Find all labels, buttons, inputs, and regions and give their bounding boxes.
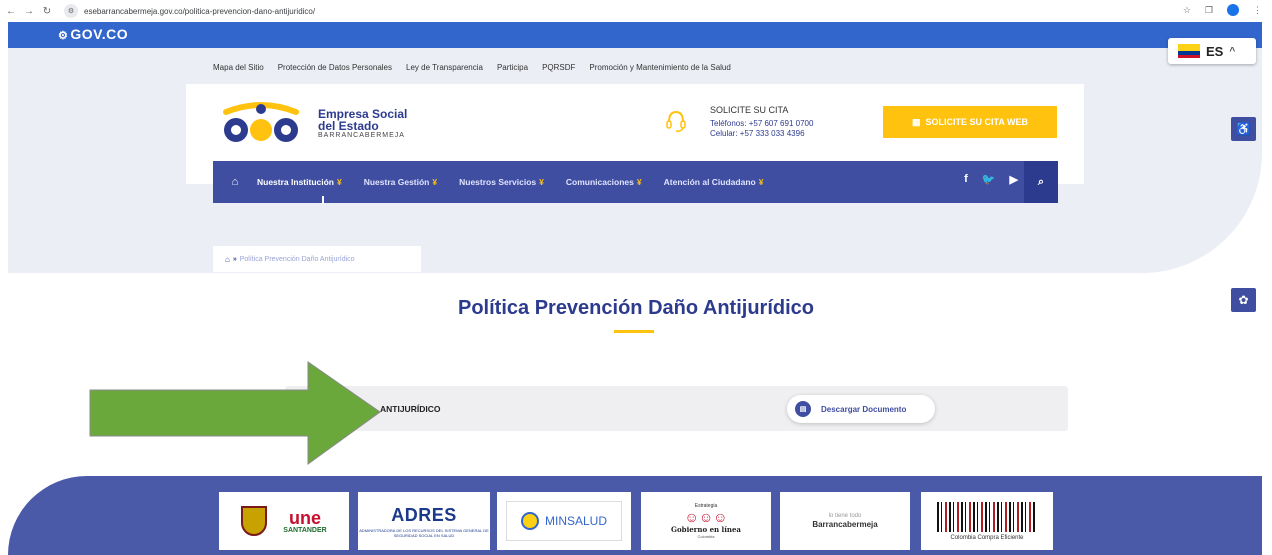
barranca-text: Barrancabermeja [812, 520, 878, 529]
breadcrumb-separator: » [232, 255, 237, 263]
barranca-slogan: lo tiene todo [828, 513, 862, 519]
main-nav: ⌂ Nuestra Institución ¥ Nuestra Gestión ¥ … [213, 161, 1058, 203]
menu-icon[interactable]: ⋮ [1253, 5, 1262, 16]
cita-phones[interactable]: Teléfonos: +57 607 691 0700 [710, 119, 813, 129]
compro-text: Colombia Compra Eficiente [950, 534, 1024, 541]
solicite-cita-web-button[interactable]: ▦ SOLICITE SU CITA WEB [883, 106, 1057, 138]
page-title: Política Prevención Daño Antijurídico [458, 297, 814, 319]
chevron-down-icon: ¥ [432, 177, 438, 187]
language-label: ES [1206, 43, 1224, 59]
santander-une-logo[interactable]: une SANTANDER [219, 492, 349, 550]
barcode-icon [937, 501, 1037, 532]
document-title: ANTIJURÍDICO [380, 404, 441, 414]
minsalud-text: MINSALUD [544, 514, 607, 528]
nav-label: Comunicaciones [565, 177, 634, 187]
green-arrow-annotation [89, 361, 381, 465]
back-icon[interactable]: ← [4, 6, 18, 17]
cita-title: SOLICITE SU CITA [710, 105, 789, 115]
title-underline [614, 330, 654, 333]
nav-item-comunicaciones[interactable]: Comunicaciones ¥ [566, 177, 642, 187]
logo-line2: del Estado [318, 119, 379, 133]
home-icon[interactable]: ⌂ [213, 176, 257, 188]
logo-line3: BARRANCABERMEJA [318, 132, 405, 139]
link-ley-transparencia[interactable]: Ley de Transparencia [406, 63, 483, 72]
gov-co-logo[interactable]: ⚙ GOV.CO [58, 26, 128, 42]
nav-active-indicator [322, 196, 324, 204]
language-selector[interactable]: ES ^ [1168, 38, 1256, 64]
chevron-down-icon: ¥ [336, 177, 342, 187]
nav-label: Nuestra Institución [257, 177, 334, 187]
people-icon: ☺☺☺ [684, 509, 728, 525]
nav-item-nuestra-gestion[interactable]: Nuestra Gestión ¥ [364, 177, 437, 187]
bookmark-star-icon[interactable]: ☆ [1183, 5, 1191, 16]
link-promocion-salud[interactable]: Promoción y Mantenimiento de la Salud [589, 63, 730, 72]
accessibility-icon[interactable]: ♿ [1231, 117, 1256, 141]
link-mapa-sitio[interactable]: Mapa del Sitio [213, 63, 264, 72]
santander-text: SANTANDER [283, 526, 327, 534]
calendar-icon: ▦ [911, 116, 921, 127]
site-info-icon[interactable]: ⚙ [64, 4, 78, 18]
nav-label: Nuestros Servicios [459, 177, 537, 187]
minsalud-logo[interactable]: MINSALUD [497, 492, 631, 550]
extensions-icon[interactable]: ❐ [1205, 5, 1213, 16]
gov-co-text: GOV.CO [70, 26, 129, 42]
chevron-up-icon: ^ [1229, 45, 1236, 57]
breadcrumb: ⌂ » Política Prevención Daño Antijurídic… [213, 246, 421, 272]
home-icon[interactable]: ⌂ [225, 255, 230, 264]
nav-item-nuestros-servicios[interactable]: Nuestros Servicios ¥ [459, 177, 544, 187]
gov-co-icon: ⚙ [58, 30, 69, 42]
adres-text: ADRES [391, 504, 457, 525]
reload-icon[interactable]: ↻ [40, 6, 54, 17]
nav-item-atencion-ciudadano[interactable]: Atención al Ciudadano ¥ [664, 177, 764, 187]
cita-button-label: SOLICITE SU CITA WEB [925, 117, 1029, 127]
link-participa[interactable]: Participa [497, 63, 528, 72]
facebook-icon[interactable]: f [964, 173, 968, 186]
nav-label: Atención al Ciudadano [663, 177, 756, 187]
top-links: Mapa del Sitio Protección de Datos Perso… [213, 63, 731, 72]
une-text: une [288, 507, 321, 528]
link-pqrsdf[interactable]: PQRSDF [542, 63, 575, 72]
forward-icon[interactable]: → [22, 6, 36, 17]
search-icon[interactable]: ⌕ [1024, 161, 1058, 203]
download-label: Descargar Documento [821, 404, 907, 414]
barrancabermeja-logo[interactable]: lo tiene todo Barrancabermeja [780, 492, 910, 550]
chevron-down-icon: ¥ [636, 177, 642, 187]
shield-icon [241, 506, 268, 536]
chevron-down-icon: ¥ [539, 177, 544, 187]
address-bar[interactable]: esebarrancabermeja.gov.co/politica-preve… [84, 7, 315, 16]
youtube-icon[interactable]: ▶ [1010, 173, 1018, 186]
breadcrumb-current: Política Prevención Daño Antijurídico [239, 255, 355, 263]
nav-item-nuestra-institucion[interactable]: Nuestra Institución ¥ [257, 177, 342, 187]
gobierno-en-linea-logo[interactable]: Estrategia ☺☺☺ Gobierno en línea Colombi… [641, 492, 771, 550]
ese-logo-icon[interactable] [216, 100, 306, 144]
footer-band [8, 476, 1262, 555]
adres-logo[interactable]: ADRES ADMINISTRADORA DE LOS RECURSOS DEL… [358, 492, 490, 550]
gov-co-bar: ⚙ GOV.CO [8, 22, 1262, 48]
cita-info: SOLICITE SU CITA Teléfonos: +57 607 691 … [710, 105, 813, 139]
colombia-flag-icon [1178, 44, 1200, 58]
adres-subtitle: ADMINISTRADORA DE LOS RECURSOS DEL SISTE… [359, 527, 489, 538]
gobierno-sub-text: Colombia [697, 534, 715, 539]
download-document-button[interactable]: ▤ Descargar Documento [787, 395, 935, 423]
twitter-icon[interactable]: 🐦 [982, 173, 996, 186]
profile-avatar[interactable] [1227, 4, 1239, 16]
browser-toolbar: ← → ↻ ⚙ esebarrancabermeja.gov.co/politi… [0, 0, 1272, 22]
cita-cell[interactable]: Celular: +57 333 033 4396 [710, 129, 813, 139]
social-links: f 🐦 ▶ [964, 173, 1018, 186]
document-row: ANTIJURÍDICO ▤ Descargar Documento [285, 386, 1068, 431]
chevron-down-icon: ¥ [758, 177, 764, 187]
colombia-compra-eficiente-logo[interactable]: Colombia Compra Eficiente [921, 492, 1053, 550]
headset-icon [666, 110, 686, 132]
logo-text: Empresa Social del Estado BARRANCABERMEJ… [318, 108, 407, 139]
gobierno-text: Gobierno en línea [671, 525, 741, 534]
minsalud-seal-icon [520, 512, 539, 530]
nav-label: Nuestra Gestión [363, 177, 430, 187]
document-icon: ▤ [795, 401, 811, 417]
link-proteccion-datos[interactable]: Protección de Datos Personales [278, 63, 392, 72]
